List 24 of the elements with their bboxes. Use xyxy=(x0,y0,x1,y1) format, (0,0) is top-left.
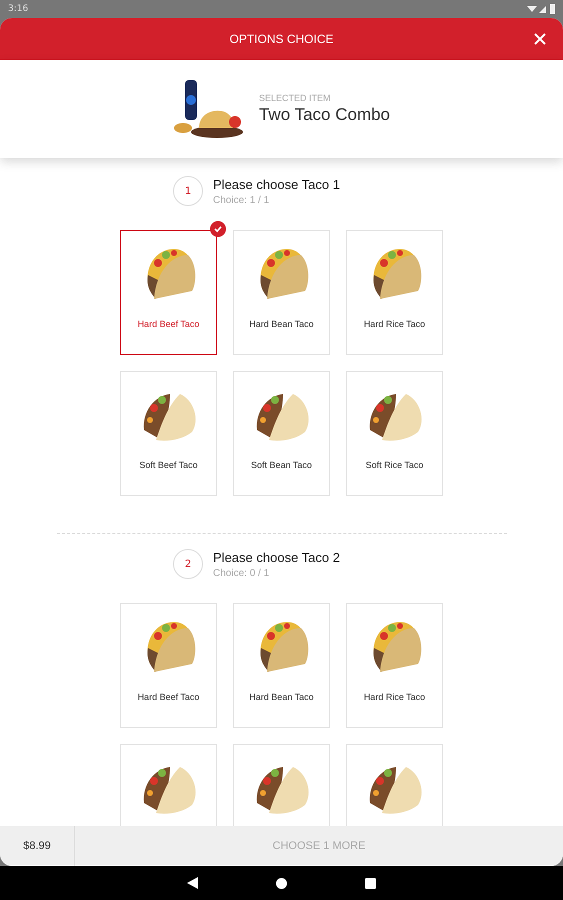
taco-option-card[interactable]: Hard Bean Taco xyxy=(233,603,330,728)
recents-icon[interactable] xyxy=(365,878,376,888)
taco-option-card[interactable]: Hard Rice Taco xyxy=(346,230,443,355)
taco-option-card[interactable]: Soft Beef Taco xyxy=(120,371,217,496)
check-icon xyxy=(210,221,226,237)
group-title: Please choose Taco 2 xyxy=(213,550,340,564)
step-number: 2 xyxy=(173,549,204,579)
choice-count: Choice: 0 / 1 xyxy=(213,568,270,578)
selected-item-name: Two Taco Combo xyxy=(258,105,390,125)
group-title: Please choose Taco 1 xyxy=(213,176,340,192)
taco-option-card[interactable]: Hard Rice Taco xyxy=(346,603,443,728)
home-icon[interactable] xyxy=(276,878,287,888)
selected-item-caption: SELECTED ITEM xyxy=(258,93,332,103)
signal-battery-icon xyxy=(527,4,557,14)
taco-option-card[interactable]: Hard Beef Taco xyxy=(120,603,217,728)
taco-option-card[interactable]: Hard Beef Taco xyxy=(120,230,217,355)
taco-option-card[interactable]: Hard Bean Taco xyxy=(233,230,330,355)
taco-option-card[interactable]: Soft Rice Taco xyxy=(346,371,443,496)
taco-option-card[interactable]: Soft Bean Taco xyxy=(233,371,330,496)
back-icon[interactable] xyxy=(187,877,198,889)
step-number: 1 xyxy=(173,176,204,206)
status-time: 3:16 xyxy=(8,4,28,14)
choice-count: Choice: 1 / 1 xyxy=(213,194,270,206)
header-title: OPTIONS CHOICE xyxy=(229,32,334,46)
